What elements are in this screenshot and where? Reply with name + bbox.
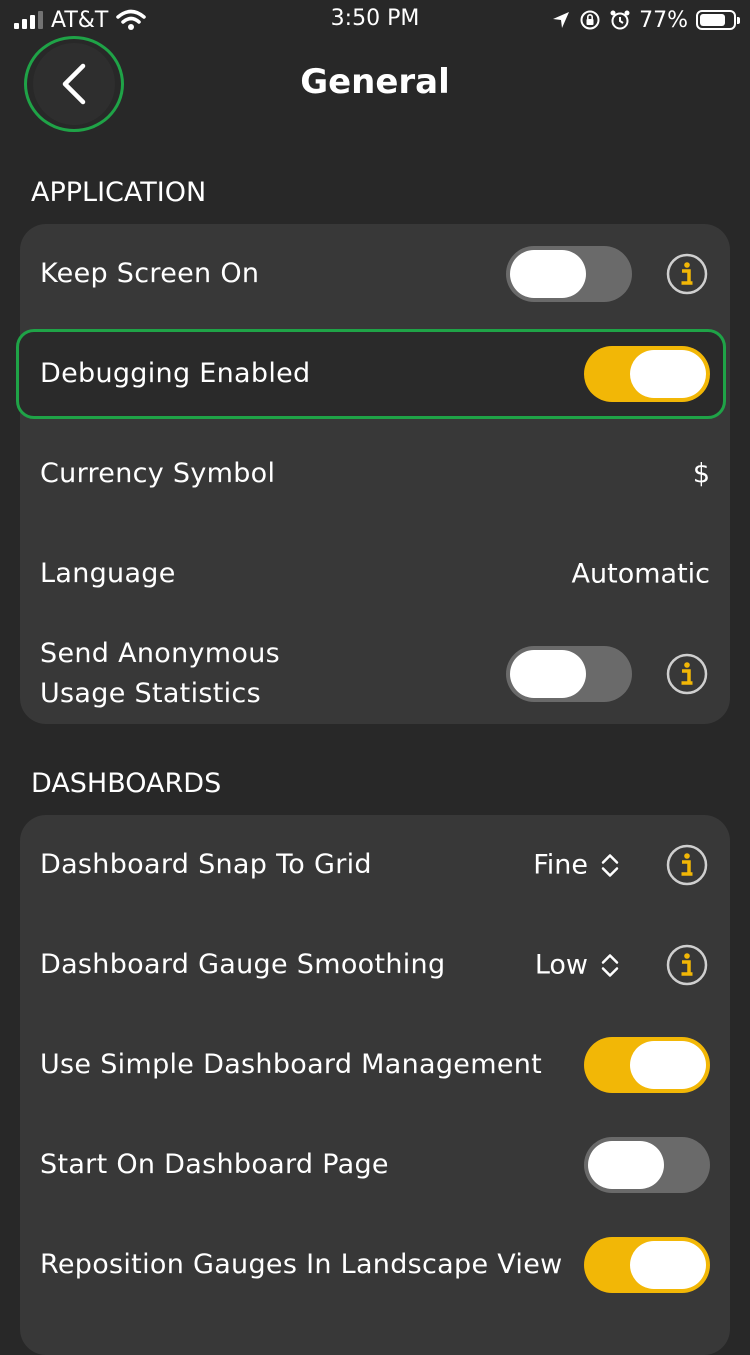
gauge-smoothing-picker[interactable]: Low [535,950,620,981]
toggle-knob [630,1041,706,1089]
chevron-up-down-icon [601,953,619,977]
chevron-up-down-icon [601,853,619,877]
page-title: General [300,62,450,102]
row-label: Dashboard Snap To Grid [40,849,372,880]
info-icon[interactable] [666,844,708,886]
row-send-anonymous-usage-statistics: Send Anonymous Usage Statistics [20,624,730,724]
section-label-application: APPLICATION [31,177,207,208]
section-label-dashboards: DASHBOARDS [31,768,222,799]
send-usage-statistics-toggle[interactable] [506,646,632,702]
info-icon[interactable] [666,253,708,295]
row-label-line: Usage Statistics [40,678,261,709]
snap-to-grid-value: Fine [533,849,588,881]
snap-to-grid-picker[interactable]: Fine [533,850,620,881]
reposition-gauges-toggle[interactable] [584,1237,710,1293]
row-currency-symbol[interactable]: Currency Symbol $ [20,424,730,524]
battery-icon [696,10,740,30]
status-right: 77% [551,6,740,34]
row-label: Dashboard Gauge Smoothing [40,949,446,980]
row-label: Language [40,558,176,589]
dashboards-settings-group: Dashboard Snap To Grid Fine Dashboard Ga… [20,815,730,1355]
row-label: Currency Symbol [40,458,276,489]
toggle-knob [630,1241,706,1289]
row-debugging-enabled: Debugging Enabled [16,324,730,424]
language-value: Automatic [571,558,710,590]
info-icon[interactable] [666,653,708,695]
start-on-dashboard-page-toggle[interactable] [584,1137,710,1193]
row-dashboard-snap-to-grid: Dashboard Snap To Grid Fine [20,815,730,915]
row-dashboard-gauge-smoothing: Dashboard Gauge Smoothing Low [20,915,730,1015]
row-label: Start On Dashboard Page [40,1149,389,1180]
toggle-knob [588,1141,664,1189]
keep-screen-on-toggle[interactable] [506,246,632,302]
row-label-line: Send Anonymous [40,638,280,669]
battery-level-fill [700,14,725,26]
row-label: Use Simple Dashboard Management [40,1049,543,1080]
row-use-simple-dashboard-management: Use Simple Dashboard Management [20,1015,730,1115]
info-icon[interactable] [666,944,708,986]
row-label: Reposition Gauges In Landscape View [40,1249,563,1280]
row-label: Send Anonymous Usage Statistics [40,634,280,714]
alarm-clock-icon [610,10,630,30]
row-language[interactable]: Language Automatic [20,524,730,624]
location-arrow-icon [553,12,570,28]
row-reposition-gauges-landscape: Reposition Gauges In Landscape View [20,1215,730,1315]
orientation-lock-icon [580,10,600,30]
debugging-enabled-toggle[interactable] [584,346,710,402]
toggle-knob [510,650,586,698]
toggle-knob [630,350,706,398]
row-start-on-dashboard-page: Start On Dashboard Page [20,1115,730,1215]
application-settings-group: Keep Screen On Debugging Enabled Currenc… [16,224,730,724]
simple-dashboard-management-toggle[interactable] [584,1037,710,1093]
battery-percent: 77% [639,7,688,33]
gauge-smoothing-value: Low [534,949,588,981]
row-label: Debugging Enabled [40,358,311,389]
toggle-knob [510,250,586,298]
row-label: Keep Screen On [40,258,260,289]
currency-symbol-value: $ [692,458,710,490]
row-keep-screen-on: Keep Screen On [20,224,730,324]
status-bar: AT&T 3:50 PM 77% [0,0,750,40]
